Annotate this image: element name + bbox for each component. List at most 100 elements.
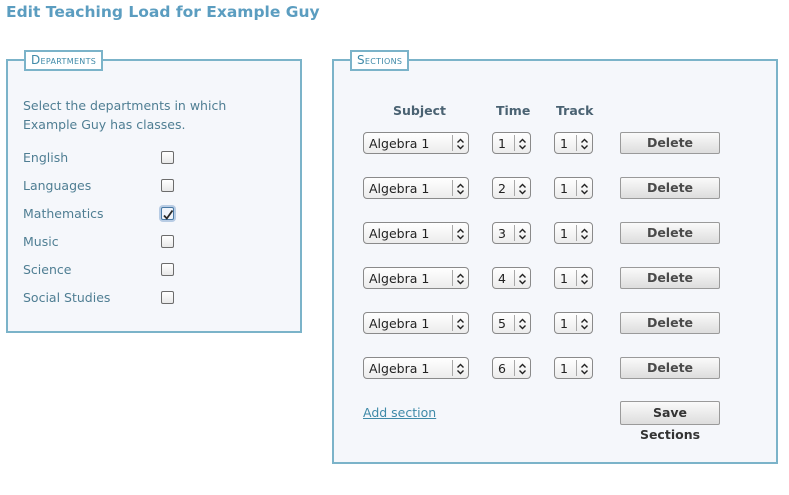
subject-column-header: Subject: [393, 103, 446, 118]
up-down-arrows-icon: [455, 361, 466, 375]
department-checkbox[interactable]: [161, 235, 174, 248]
add-section-link[interactable]: Add section: [363, 405, 436, 420]
track-select[interactable]: 1: [554, 267, 593, 289]
up-down-arrows-icon: [455, 271, 466, 285]
time-select-value: 2: [498, 181, 506, 196]
department-item: Music: [23, 232, 273, 252]
checkmark-icon: [162, 206, 174, 220]
select-divider: [514, 135, 515, 151]
department-item: English: [23, 148, 273, 168]
time-select[interactable]: 2: [492, 177, 531, 199]
up-down-arrows-icon: [517, 271, 528, 285]
delete-section-button[interactable]: Delete: [620, 177, 720, 199]
department-label: Mathematics: [23, 206, 104, 221]
select-divider: [576, 135, 577, 151]
save-sections-button[interactable]: Save Sections: [620, 401, 720, 442]
departments-intro: Select the departments in which Example …: [23, 98, 227, 132]
delete-section-button[interactable]: Delete: [620, 132, 720, 154]
track-select[interactable]: 1: [554, 177, 593, 199]
up-down-arrows-icon: [517, 181, 528, 195]
up-down-arrows-icon: [517, 226, 528, 240]
department-item: Languages: [23, 176, 273, 196]
select-divider: [576, 315, 577, 331]
department-checkbox[interactable]: [161, 207, 174, 220]
time-select[interactable]: 5: [492, 312, 531, 334]
department-checkbox[interactable]: [161, 179, 174, 192]
time-select-value: 3: [498, 226, 506, 241]
up-down-arrows-icon: [455, 226, 466, 240]
track-select-value: 1: [560, 361, 568, 376]
time-select-value: 1: [498, 136, 506, 151]
subject-select[interactable]: Algebra 1: [363, 177, 469, 199]
delete-section-button[interactable]: Delete: [620, 267, 720, 289]
track-select-value: 1: [560, 136, 568, 151]
department-label: Music: [23, 234, 59, 249]
track-select[interactable]: 1: [554, 357, 593, 379]
up-down-arrows-icon: [579, 316, 590, 330]
up-down-arrows-icon: [455, 181, 466, 195]
departments-legend: Departments: [24, 50, 104, 71]
department-item: Science: [23, 260, 273, 280]
up-down-arrows-icon: [579, 226, 590, 240]
select-divider: [452, 225, 453, 241]
subject-select-value: Algebra 1: [369, 181, 430, 196]
department-label: Social Studies: [23, 290, 111, 305]
up-down-arrows-icon: [517, 316, 528, 330]
track-select-value: 1: [560, 271, 568, 286]
up-down-arrows-icon: [517, 136, 528, 150]
up-down-arrows-icon: [579, 361, 590, 375]
sections-legend: Sections: [350, 50, 410, 71]
time-column-header: Time: [496, 103, 531, 118]
time-select-value: 4: [498, 271, 506, 286]
time-select[interactable]: 4: [492, 267, 531, 289]
sections-panel: Sections Subject Time Track Algebra 1 1 1 D…: [332, 50, 778, 464]
time-select-value: 5: [498, 316, 506, 331]
time-select[interactable]: 6: [492, 357, 531, 379]
subject-select[interactable]: Algebra 1: [363, 312, 469, 334]
delete-section-button[interactable]: Delete: [620, 357, 720, 379]
track-select[interactable]: 1: [554, 132, 593, 154]
select-divider: [576, 225, 577, 241]
department-checkbox[interactable]: [161, 151, 174, 164]
select-divider: [576, 270, 577, 286]
subject-select[interactable]: Algebra 1: [363, 357, 469, 379]
page-title: Edit Teaching Load for Example Guy: [6, 3, 320, 21]
department-checkbox[interactable]: [161, 263, 174, 276]
select-divider: [452, 360, 453, 376]
select-divider: [514, 270, 515, 286]
track-select[interactable]: 1: [554, 312, 593, 334]
time-select-value: 6: [498, 361, 506, 376]
up-down-arrows-icon: [455, 316, 466, 330]
up-down-arrows-icon: [579, 271, 590, 285]
up-down-arrows-icon: [579, 181, 590, 195]
departments-panel: Departments Select the departments in wh…: [6, 50, 302, 333]
select-divider: [452, 270, 453, 286]
delete-section-button[interactable]: Delete: [620, 312, 720, 334]
subject-select-value: Algebra 1: [369, 226, 430, 241]
delete-section-button[interactable]: Delete: [620, 222, 720, 244]
track-select[interactable]: 1: [554, 222, 593, 244]
track-select-value: 1: [560, 316, 568, 331]
subject-select[interactable]: Algebra 1: [363, 267, 469, 289]
department-checkbox[interactable]: [161, 291, 174, 304]
select-divider: [576, 180, 577, 196]
department-item: Social Studies: [23, 288, 273, 308]
select-divider: [514, 360, 515, 376]
time-select[interactable]: 3: [492, 222, 531, 244]
up-down-arrows-icon: [579, 136, 590, 150]
subject-select[interactable]: Algebra 1: [363, 132, 469, 154]
track-select-value: 1: [560, 226, 568, 241]
subject-select-value: Algebra 1: [369, 316, 430, 331]
subject-select-value: Algebra 1: [369, 361, 430, 376]
select-divider: [452, 135, 453, 151]
subject-select-value: Algebra 1: [369, 271, 430, 286]
subject-select[interactable]: Algebra 1: [363, 222, 469, 244]
department-item: Mathematics: [23, 204, 273, 224]
select-divider: [576, 360, 577, 376]
time-select[interactable]: 1: [492, 132, 531, 154]
department-label: English: [23, 150, 69, 165]
track-column-header: Track: [556, 103, 594, 118]
department-label: Science: [23, 262, 72, 277]
select-divider: [452, 315, 453, 331]
department-label: Languages: [23, 178, 92, 193]
